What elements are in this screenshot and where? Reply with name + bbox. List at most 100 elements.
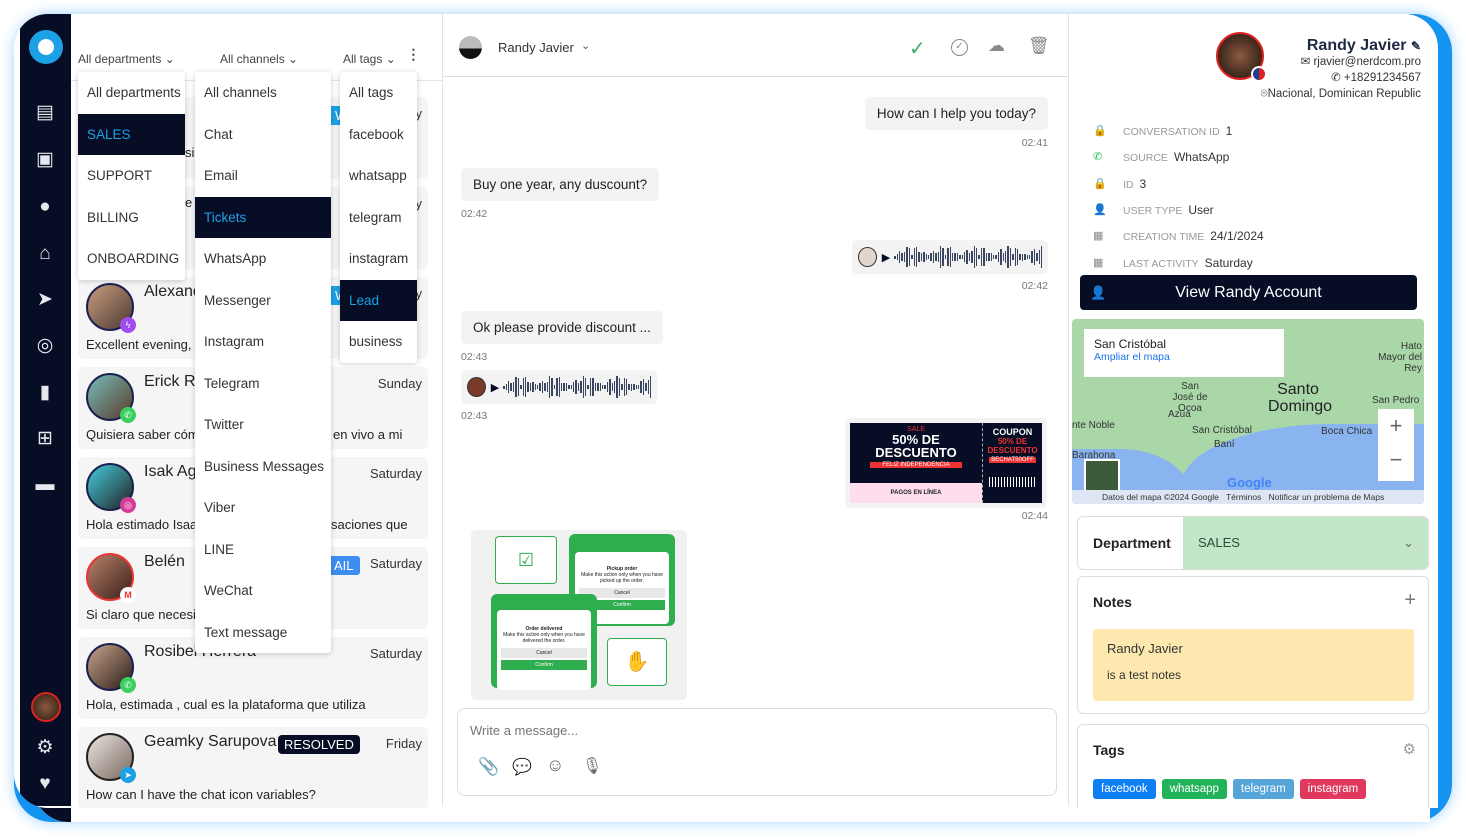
emoji-icon[interactable]: ☺ [546,755,564,776]
user-avatar[interactable] [31,692,61,722]
channel-option[interactable]: WeChat [195,570,331,612]
discount-footer: PAGOS EN LÍNEA [850,483,982,503]
tag-option[interactable]: telegram [340,197,417,239]
tag-chip[interactable]: whatsapp [1161,779,1227,799]
resolve-check-icon[interactable]: ✓ [909,36,926,61]
department-option-selected[interactable]: SALES [78,113,185,155]
health-icon[interactable]: ♥ [30,771,60,797]
channel-option[interactable]: Viber [195,487,331,529]
bot-icon[interactable]: ⌂ [30,241,60,267]
pickup-text: Make this action only when you have pick… [581,572,663,584]
zoom-in-button[interactable]: + [1378,409,1414,443]
map[interactable]: San Cristóbal Ampliar el mapa Santo Domi… [1072,319,1424,504]
department-option[interactable]: ONBOARDING [78,238,185,280]
tag-option[interactable]: whatsapp [340,155,417,197]
message-time: 02:42 [1021,280,1048,292]
google-logo: Google [1227,475,1272,490]
tag-option[interactable]: instagram [340,238,417,280]
chevron-down-icon[interactable]: ⌄ [581,39,590,52]
send-icon[interactable]: ➤ [30,287,60,313]
tag-option[interactable]: All tags [340,72,417,114]
view-account-button[interactable]: 👤 View Randy Account [1080,275,1417,310]
channel-option[interactable]: Instagram [195,321,331,363]
profile-icon[interactable]: ● [30,194,60,220]
tags-filter[interactable]: All tags ⌄ [343,52,396,66]
chat-contact-name[interactable]: Randy Javier [498,40,574,55]
tags-settings-icon[interactable]: ⚙ [1403,740,1416,758]
department-option[interactable]: SUPPORT [78,155,185,197]
waveform-bar [546,381,548,393]
tag-option-selected[interactable]: Lead [340,279,417,321]
trash-icon[interactable]: 🗑 [1028,36,1050,56]
add-note-icon[interactable]: + [1404,589,1416,612]
message-input[interactable] [470,723,1030,738]
note-text: is a test notes [1107,668,1182,682]
coupon-image[interactable]: SALE 50% DE DESCUENTO FELIZ INDEPENDENCI… [845,418,1047,508]
waveform-bar [551,378,553,396]
map-report-link[interactable]: Notificar un problema de Maps [1268,492,1384,502]
filter-settings-icon[interactable]: ⫶ [411,46,416,67]
channel-option[interactable]: Business Messages [195,446,331,488]
waveform-bar [906,246,908,268]
map-label: Santo Domingo [1268,381,1333,415]
note-item[interactable]: Randy Javier is a test notes [1093,629,1414,701]
apps-icon[interactable]: ⊞ [30,426,60,452]
enlarge-map-link[interactable]: Ampliar el mapa [1094,351,1274,363]
microphone-icon[interactable]: 🎙 [582,756,602,776]
tag-chip[interactable]: instagram [1299,779,1367,799]
play-icon[interactable]: ▶ [491,381,499,394]
attachment-icon[interactable]: 📎 [478,757,499,777]
order-illustration-image[interactable]: ☑ Pickup order Make this action only when… [471,530,687,700]
play-icon[interactable]: ▶ [882,251,890,264]
download-cloud-icon[interactable]: ☁ [988,36,1005,56]
contact-email[interactable]: rjavier@nerdcom.pro [1313,56,1421,68]
channel-option[interactable]: LINE [195,529,331,571]
channel-option[interactable]: Telegram [195,363,331,405]
tag-chip[interactable]: facebook [1093,779,1156,799]
waveform-bar [529,382,532,392]
department-option[interactable]: BILLING [78,197,185,239]
waveform-bar [937,251,939,263]
mark-done-icon[interactable]: ✓ [951,39,968,56]
channel-option[interactable]: Email [195,155,331,197]
channel-option[interactable]: Twitter [195,404,331,446]
support-icon[interactable]: ◎ [30,333,60,359]
discount-banner: FELIZ INDEPENDENCIA [870,462,962,468]
channel-option[interactable]: Messenger [195,280,331,322]
tag-option[interactable]: facebook [340,114,417,156]
audio-message[interactable]: ▶ [461,370,657,404]
tag-option[interactable]: business [340,321,417,363]
contacts-icon[interactable]: ▣ [30,147,60,173]
department-option[interactable]: All departments [78,72,185,114]
contact-phone[interactable]: +18291234567 [1344,72,1421,84]
quick-reply-icon[interactable]: 💬 [512,757,532,777]
channel-option[interactable]: All channels [195,72,331,114]
waveform-bar [915,246,918,267]
logo-icon[interactable] [29,30,63,64]
chat-icon[interactable]: ▤ [30,100,60,126]
channel-option[interactable]: Text message [195,612,331,654]
waveform-bar [973,245,976,269]
departments-filter[interactable]: All departments ⌄ [78,52,175,66]
channels-filter[interactable]: All channels ⌄ [220,52,298,66]
department-select[interactable]: SALES ⌄ [1183,517,1428,569]
delivered-cancel-button: Cancel [501,648,587,658]
waveform-bar [1019,253,1021,261]
edit-icon[interactable]: ✎ [1411,39,1421,53]
channel-option-selected[interactable]: Tickets [195,196,331,238]
message-preview: Hola estimado Isaal [86,517,201,532]
audio-message[interactable]: ▶ [852,240,1048,274]
channel-option[interactable]: Chat [195,114,331,156]
map-terms-link[interactable]: Términos [1226,492,1261,502]
tag-chip[interactable]: telegram [1232,779,1294,799]
billing-icon[interactable]: ▬ [30,472,60,498]
zoom-out-button[interactable]: − [1378,443,1414,477]
settings-icon[interactable]: ⚙ [30,735,60,761]
zoom-controls: + − [1378,409,1414,481]
waveform-bar [606,381,609,393]
waveform-bar [908,247,911,267]
channel-option[interactable]: WhatsApp [195,238,331,280]
channels-filter-label: All channels [220,52,285,66]
conversation-item[interactable]: ➤ Geamky Sarupova RESOLVED Friday How ca… [78,727,428,808]
analytics-icon[interactable]: ▮ [30,380,60,406]
